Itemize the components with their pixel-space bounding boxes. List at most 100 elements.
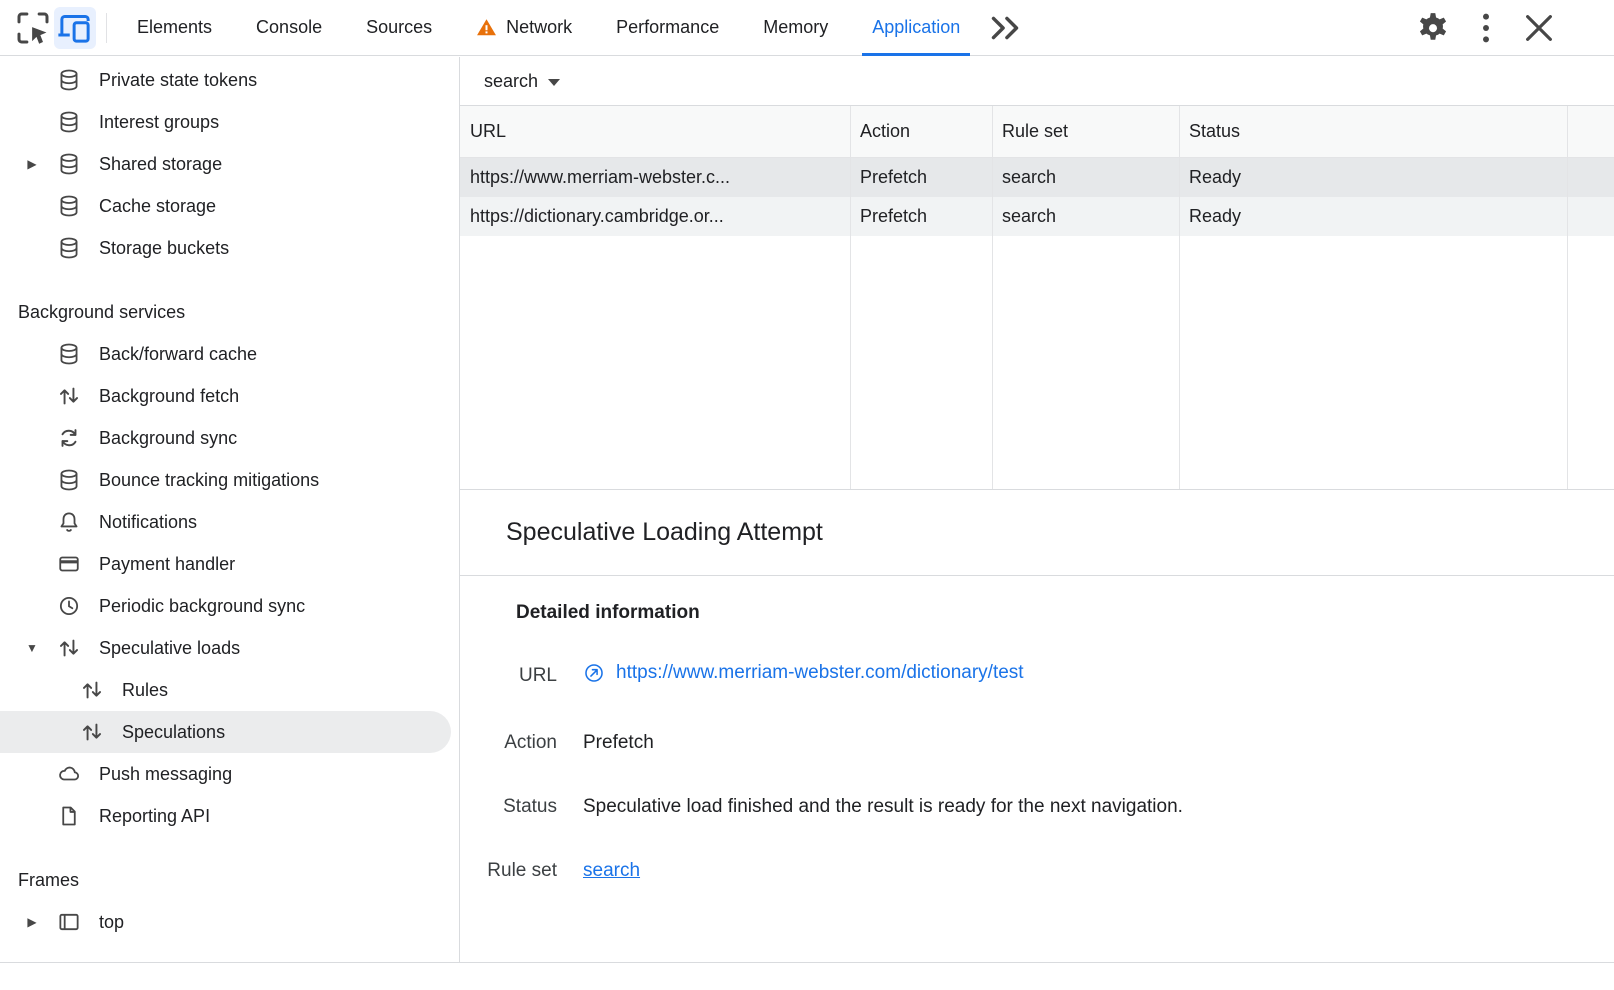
sidebar-item-background-sync[interactable]: Background sync [0,417,459,459]
sidebar: Private state tokens Interest groups ▶ Shar… [0,57,460,962]
sidebar-item-payment-handler[interactable]: Payment handler [0,543,459,585]
sidebar-item-label: top [99,912,124,933]
sidebar-section-frames: Frames [0,859,459,901]
sidebar-item-label: Storage buckets [99,238,229,259]
table-row[interactable]: https://www.merriam-webster.c...Prefetch… [460,158,1614,197]
detail-row-action: Action Prefetch [460,732,1614,754]
detail-url-link[interactable]: https://www.merriam-webster.com/dictiona… [616,662,1024,684]
devtools-toolbar: ElementsConsoleSources Network Performance… [0,0,1614,56]
sidebar-item-label: Speculative loads [99,638,240,659]
tab-label: Application [872,17,960,38]
column-header-url[interactable]: URL [460,121,850,142]
device-toolbar-icon [54,7,96,49]
application-panel: search URLActionRule setStatus https://w… [460,57,1614,962]
tab-label: Network [506,17,572,38]
dropdown-arrow-icon [548,79,560,86]
toggle-device-toolbar-button[interactable] [54,7,96,49]
sidebar-item-label: Background sync [99,428,237,449]
tab-elements[interactable]: Elements [115,0,234,56]
detail-value: Speculative load finished and the result… [583,796,1183,817]
filter-label: search [484,71,538,92]
tab-label: Memory [763,17,828,38]
chevron-right-icon[interactable]: ▶ [22,916,42,928]
updown-arrows-icon [80,720,104,744]
settings-button[interactable] [1412,7,1454,49]
sidebar-item-rules[interactable]: Rules [0,669,459,711]
cell-status: Ready [1179,206,1567,227]
sidebar-section-background-services: Background services [0,291,459,333]
devtools-window: ElementsConsoleSources Network Performance… [0,0,1614,990]
filter-bar: search [460,57,1614,105]
tab-performance[interactable]: Performance [594,0,741,56]
sidebar-item-interest-groups[interactable]: Interest groups [0,101,459,143]
details-section: Detailed information URLhttps://www.merr… [460,576,1614,882]
cell-url: https://www.merriam-webster.c... [460,167,850,188]
sidebar-item-private-state-tokens[interactable]: Private state tokens [0,59,459,101]
close-icon [1518,7,1560,49]
bell-icon [57,510,81,534]
column-header-status[interactable]: Status [1179,121,1567,142]
chevron-down-icon[interactable]: ▼ [22,642,42,654]
tab-memory[interactable]: Memory [741,0,850,56]
chevron-double-right-icon [982,5,1028,51]
sidebar-item-label: Speculations [122,722,225,743]
inspect-icon [12,7,54,49]
detail-label: Action [460,732,557,754]
sidebar-item-label: Notifications [99,512,197,533]
attempt-section-header: Speculative Loading Attempt [460,490,1614,576]
toolbar-right-group [1401,7,1614,49]
sidebar-item-label: Payment handler [99,554,235,575]
sidebar-item-label: Bounce tracking mitigations [99,470,319,491]
column-header-rule-set[interactable]: Rule set [992,121,1179,142]
detail-label: Rule set [460,860,557,882]
detail-row-rule-set: Rule set search [460,860,1614,882]
sidebar-item-speculations[interactable]: Speculations [0,711,451,753]
tab-sources[interactable]: Sources [344,0,454,56]
frame-icon [57,910,81,934]
tab-console[interactable]: Console [234,0,344,56]
sidebar-item-storage-buckets[interactable]: Storage buckets [0,227,459,269]
detail-label: URL [460,665,557,687]
sidebar-item-notifications[interactable]: Notifications [0,501,459,543]
updown-arrows-icon [57,384,81,408]
tab-application[interactable]: Application [850,0,982,56]
ruleset-filter-dropdown[interactable]: search [484,71,560,92]
sidebar-item-bounce-tracking-mitigations[interactable]: Bounce tracking mitigations [0,459,459,501]
panel-tabs: ElementsConsoleSources Network Performance… [115,0,982,56]
table-row[interactable]: https://dictionary.cambridge.or...Prefet… [460,197,1614,236]
detail-rows: URL https://www.merriam-webster.com/dicti… [460,662,1614,882]
sidebar-item-cache-storage[interactable]: Cache storage [0,185,459,227]
toolbar-divider [106,13,107,43]
tab-label: Performance [616,17,719,38]
more-tabs-button[interactable] [982,0,1028,56]
database-icon [57,342,81,366]
database-icon [57,152,81,176]
sidebar-item-background-fetch[interactable]: Background fetch [0,375,459,417]
database-icon [57,194,81,218]
detail-value: Prefetch [583,732,654,753]
warning-icon [476,17,497,38]
open-link-icon [583,662,605,684]
inspect-element-button[interactable] [12,7,54,49]
customize-menu-button[interactable] [1465,7,1507,49]
chevron-right-icon[interactable]: ▶ [22,158,42,170]
sidebar-item-shared-storage[interactable]: ▶ Shared storage [0,143,459,185]
column-header-action[interactable]: Action [850,121,992,142]
sidebar-item-periodic-background-sync[interactable]: Periodic background sync [0,585,459,627]
sidebar-item-top[interactable]: ▶ top [0,901,459,943]
sidebar-item-push-messaging[interactable]: Push messaging [0,753,459,795]
bottom-divider [0,962,1614,990]
sidebar-item-label: Shared storage [99,154,222,175]
sidebar-item-reporting-api[interactable]: Reporting API [0,795,459,837]
detail-ruleset-link[interactable]: search [583,860,640,881]
database-icon [57,110,81,134]
sidebar-item-back-forward-cache[interactable]: Back/forward cache [0,333,459,375]
cell-status: Ready [1179,167,1567,188]
close-devtools-button[interactable] [1518,7,1560,49]
tab-network[interactable]: Network [454,0,594,56]
sidebar-item-label: Private state tokens [99,70,257,91]
cell-url: https://dictionary.cambridge.or... [460,206,850,227]
cloud-icon [57,762,81,786]
sidebar-item-speculative-loads[interactable]: ▼ Speculative loads [0,627,459,669]
gear-icon [1412,7,1454,49]
